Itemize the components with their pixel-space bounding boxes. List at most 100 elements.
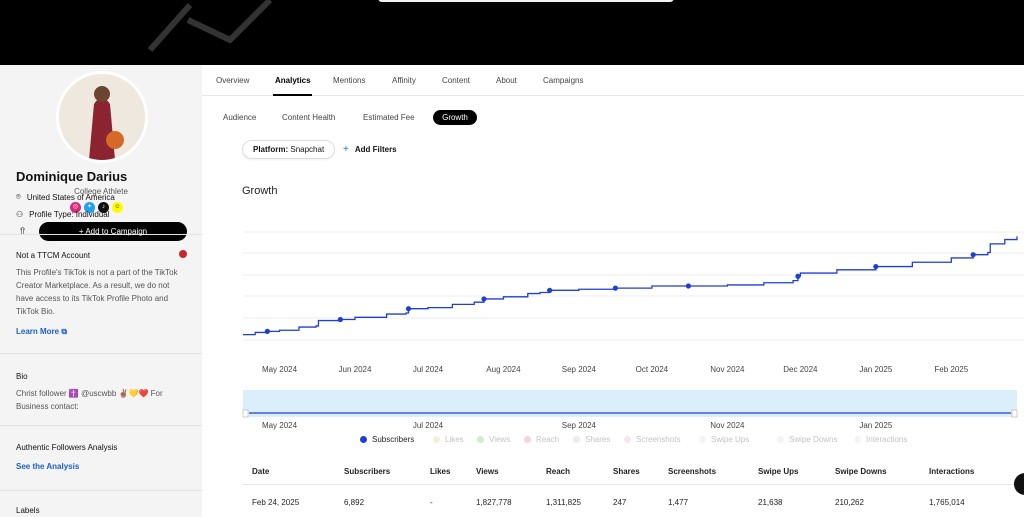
- navigator-tick-label: Jul 2024: [413, 421, 444, 430]
- subtab-audience[interactable]: Audience: [223, 113, 256, 122]
- external-link-icon: ⧉: [61, 327, 68, 336]
- platform-filter-pill[interactable]: Platform: Snapchat: [242, 140, 335, 159]
- divider: [0, 425, 202, 426]
- subscribers-point: [337, 316, 343, 323]
- share-icon[interactable]: ⇧: [18, 225, 27, 238]
- subscribers-point: [481, 296, 487, 302]
- profile-type-row: ⚇ Profile Type: Individual: [16, 210, 110, 219]
- subscribers-point: [795, 273, 801, 279]
- legend-label: Subscribers: [372, 435, 415, 444]
- chart-title: Growth: [242, 185, 278, 197]
- legend-label: Screenshots: [636, 435, 681, 444]
- legend-dot: [573, 436, 580, 443]
- legend-label: Views: [489, 435, 511, 444]
- legend-item-swipe-ups[interactable]: Swipe Ups: [699, 435, 749, 444]
- divider: [0, 234, 202, 235]
- ttcm-description: This Profile's TikTok is not a part of t…: [16, 268, 178, 316]
- legend-item-shares[interactable]: Shares: [573, 435, 610, 444]
- subscribers-line: [243, 236, 1018, 336]
- profile-name: Dominique Darius: [16, 169, 128, 184]
- tab-content[interactable]: Content: [442, 76, 470, 85]
- subscribers-point: [547, 287, 553, 293]
- subtab-estimated-fee[interactable]: Estimated Fee: [363, 113, 415, 122]
- subscribers-point: [264, 328, 270, 334]
- legend-dot: [699, 436, 706, 443]
- profile-banner: [0, 0, 1024, 65]
- table-header[interactable]: Date: [252, 467, 269, 476]
- subscribers-point: [685, 283, 692, 289]
- tab-about[interactable]: About: [496, 76, 517, 85]
- x-tick-label: Dec 2024: [783, 365, 818, 374]
- table-header[interactable]: Interactions: [929, 467, 974, 476]
- x-tick-label: Jul 2024: [413, 365, 444, 374]
- snapchat-icon[interactable]: ☺: [112, 202, 123, 213]
- add-to-campaign-button[interactable]: + Add to Campaign: [39, 222, 187, 241]
- subtab-growth[interactable]: Growth: [433, 110, 477, 125]
- add-filters-button[interactable]: + Add Filters: [343, 144, 397, 155]
- ttcm-status-dot: [179, 250, 187, 258]
- navigator-tick-label: Jan 2025: [859, 421, 892, 430]
- table-cell: -: [430, 498, 433, 507]
- tab-mentions[interactable]: Mentions: [333, 76, 365, 85]
- tab-overview[interactable]: Overview: [216, 76, 249, 85]
- legend-label: Shares: [585, 435, 611, 444]
- location-pin-icon: ⌾: [16, 192, 21, 201]
- table-cell: 1,765,014: [929, 498, 965, 507]
- divider: [0, 490, 202, 491]
- legend-label: Swipe Ups: [711, 435, 750, 444]
- see-analysis-link[interactable]: See the Analysis: [16, 462, 79, 471]
- legend-item-views[interactable]: Views: [477, 435, 510, 444]
- table-header[interactable]: Shares: [613, 467, 640, 476]
- banner-art: [147, 0, 273, 52]
- table-header[interactable]: Likes: [430, 467, 450, 476]
- navigator-left-handle: [242, 409, 249, 418]
- x-tick-label: Feb 2025: [934, 365, 968, 374]
- chat-button[interactable]: [1014, 473, 1024, 495]
- table-header[interactable]: Reach: [546, 467, 570, 476]
- legend-dot: [854, 436, 861, 443]
- navigator-tick-label: Nov 2024: [710, 421, 745, 430]
- legend-dot: [360, 436, 367, 443]
- x-tick-label: Aug 2024: [486, 365, 521, 374]
- avatar: [56, 71, 148, 163]
- legend-label: Reach: [536, 435, 560, 444]
- learn-more-link[interactable]: Learn More ⧉: [16, 327, 67, 337]
- subscribers-point: [970, 252, 976, 258]
- tab-campaigns[interactable]: Campaigns: [543, 76, 583, 85]
- table-cell: 1,827,778: [476, 498, 512, 507]
- legend-item-swipe-downs[interactable]: Swipe Downs: [777, 435, 837, 444]
- subscribers-point: [612, 285, 618, 291]
- navigator-tick-label: Sep 2024: [562, 421, 597, 430]
- profile-type-text: Profile Type: Individual: [29, 210, 110, 219]
- legend-item-interactions[interactable]: Interactions: [854, 435, 907, 444]
- legend-item-reach[interactable]: Reach: [524, 435, 559, 444]
- authentic-followers-title: Authentic Followers Analysis: [16, 443, 118, 452]
- labels-title: Labels: [16, 506, 40, 515]
- subscribers-point: [405, 306, 412, 312]
- table-cell: 6,892: [344, 498, 365, 507]
- location-row: ⌾ United States of America: [16, 192, 115, 202]
- legend-item-subscribers[interactable]: Subscribers: [360, 435, 414, 444]
- table-header[interactable]: Swipe Ups: [758, 467, 798, 476]
- x-tick-label: Oct 2024: [636, 365, 669, 374]
- table-header[interactable]: Screenshots: [668, 467, 716, 476]
- legend-dot: [624, 436, 631, 443]
- x-tick-label: May 2024: [262, 365, 298, 374]
- table-header[interactable]: Views: [476, 467, 499, 476]
- legend-item-screenshots[interactable]: Screenshots: [624, 435, 680, 444]
- range-navigator: [243, 390, 1017, 417]
- table-header-divider: [242, 484, 1024, 485]
- table-header[interactable]: Swipe Downs: [835, 467, 887, 476]
- banner-search-bar[interactable]: [378, 0, 674, 2]
- table-header[interactable]: Subscribers: [344, 467, 390, 476]
- legend-dot: [477, 436, 484, 443]
- tab-analytics[interactable]: Analytics: [275, 76, 311, 85]
- navigator-right-handle: [1011, 409, 1018, 418]
- plus-icon: +: [343, 144, 349, 155]
- tab-affinity[interactable]: Affinity: [392, 76, 416, 85]
- legend-dot: [524, 436, 531, 443]
- legend-item-likes[interactable]: Likes: [433, 435, 464, 444]
- table-cell: 247: [613, 498, 627, 507]
- subtab-content-health[interactable]: Content Health: [282, 113, 335, 122]
- ttcm-title: Not a TTCM Account: [16, 251, 91, 260]
